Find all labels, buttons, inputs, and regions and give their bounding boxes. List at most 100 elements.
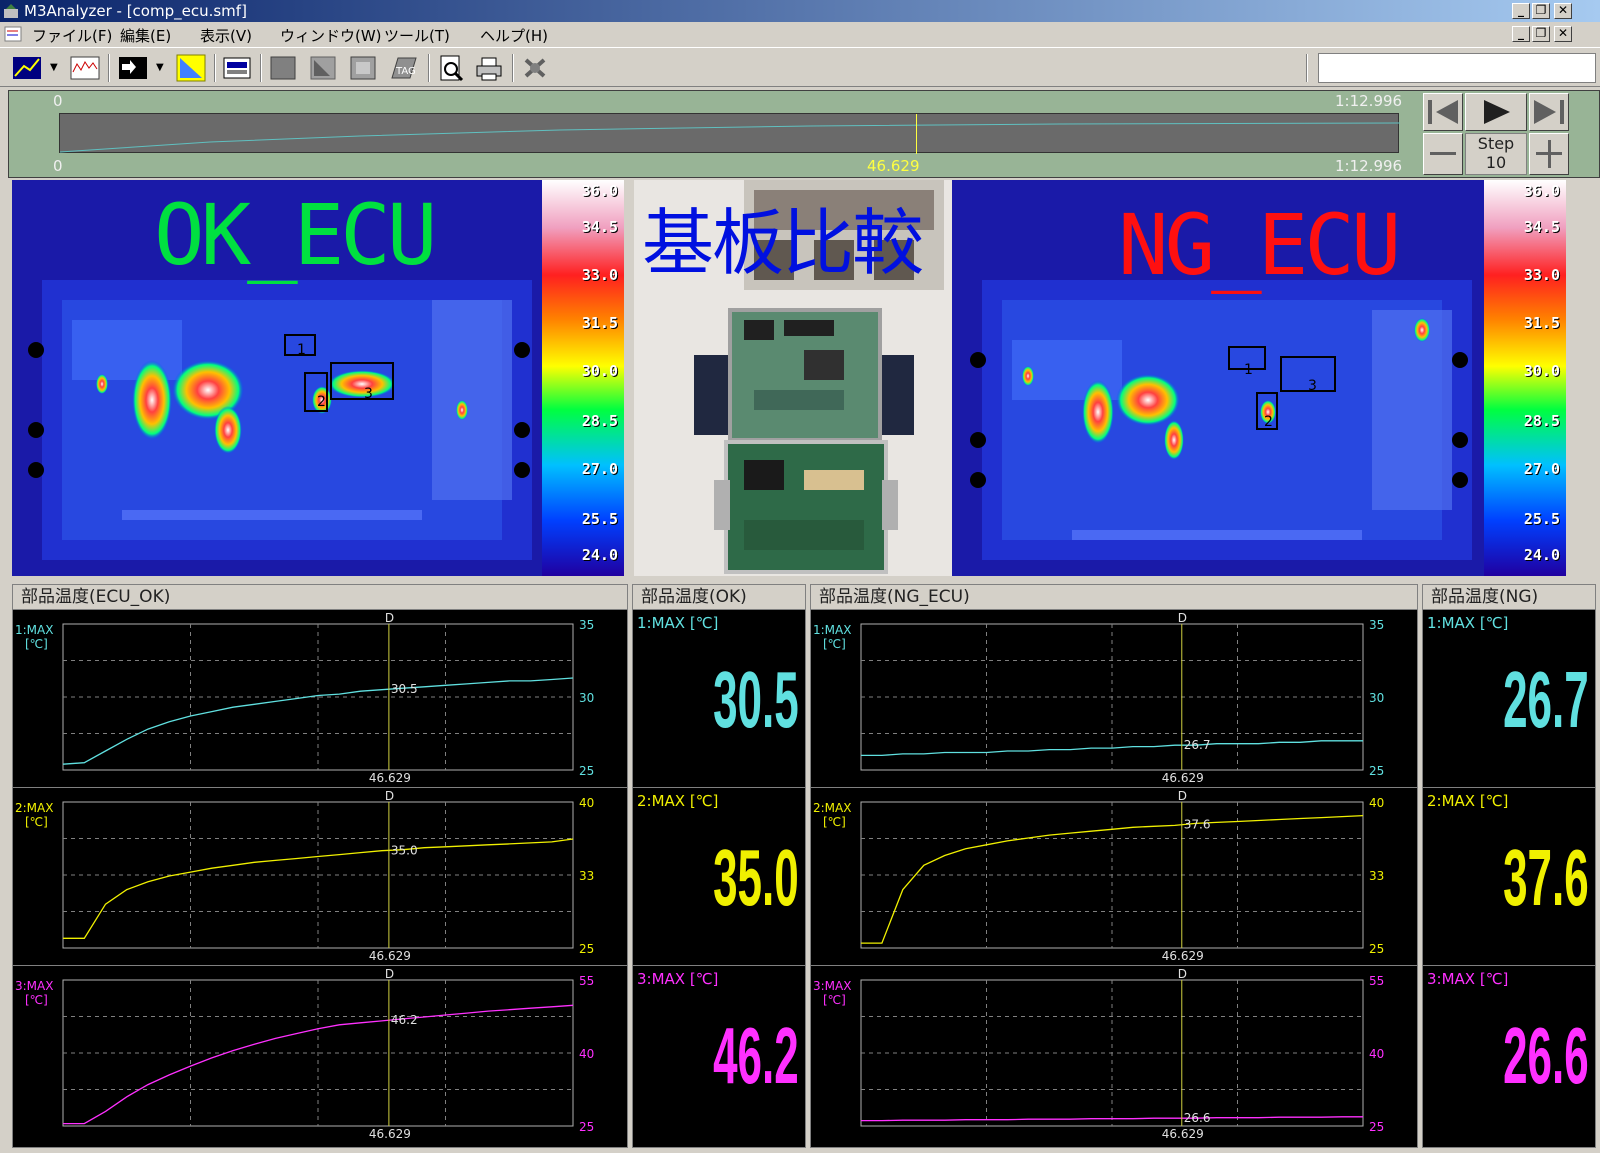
cursor-marker-label: D xyxy=(385,789,394,803)
menu-bar: ファイル(F) 編集(E) 表示(V) ウィンドウ(W) ツール(T) ヘルプ(… xyxy=(0,22,1600,46)
scale-label: 36.0 xyxy=(1523,182,1560,200)
step-label: Step xyxy=(1477,134,1515,153)
menu-view[interactable]: 表示(V) xyxy=(200,25,252,46)
cursor-time-label: 46.629 xyxy=(369,771,411,785)
series-unit: [℃] xyxy=(823,815,846,829)
roi-label-1: 1 xyxy=(1244,362,1253,378)
cursor-readout: 30.5 xyxy=(391,682,418,696)
step-decrease-button[interactable] xyxy=(1423,133,1463,175)
minimize-button[interactable]: _ xyxy=(1512,3,1530,19)
frame-icon[interactable] xyxy=(308,54,338,82)
y-tick-label: 25 xyxy=(579,1120,594,1134)
toolbar-separator xyxy=(428,54,430,82)
timeline-track[interactable] xyxy=(59,113,1401,154)
value-readout-panel: 1:MAX [℃] 30.5 xyxy=(633,609,805,787)
toolbar: ▼ ▼ TAG xyxy=(0,47,1600,87)
y-tick-label: 30 xyxy=(1369,691,1384,705)
cursor-readout: 37.6 xyxy=(1184,818,1211,832)
print-icon[interactable] xyxy=(474,54,504,82)
step-back-button[interactable] xyxy=(1423,93,1463,131)
mdi-minimize-button[interactable]: _ xyxy=(1512,26,1530,42)
svg-text:TAG: TAG xyxy=(395,66,416,77)
value-readout-panel: 3:MAX [℃] 46.2 xyxy=(633,965,805,1143)
tag-icon[interactable]: TAG xyxy=(388,54,418,82)
value-label: 2:MAX [℃] xyxy=(1427,792,1509,810)
value-group-ng: 部品温度(NG) 1:MAX [℃] 26.7 2:MAX [℃] 37.6 3:MAX… xyxy=(1422,584,1596,1148)
play-icon xyxy=(1484,100,1510,124)
scale-label: 31.5 xyxy=(581,314,618,332)
play-button[interactable] xyxy=(1465,93,1527,131)
toolbar-separator xyxy=(512,54,514,82)
restore-button[interactable]: ❐ xyxy=(1532,3,1550,19)
scale-label: 25.5 xyxy=(1523,510,1560,528)
value-number: 26.7 xyxy=(1503,655,1589,744)
toolbar-text-field[interactable] xyxy=(1318,53,1596,83)
trend-chart[interactable]: D 46.629 37.6 40 33 25 2:MAX [℃] xyxy=(811,787,1417,965)
trend-chart[interactable]: D 46.629 26.7 35 30 25 1:MAX [℃] xyxy=(811,609,1417,787)
thermal-image-ng[interactable]: NG_ECU 1 2 3 xyxy=(952,180,1486,576)
measure-icon[interactable] xyxy=(176,54,206,82)
mdi-restore-button[interactable]: ❐ xyxy=(1532,26,1550,42)
menu-help[interactable]: ヘルプ(H) xyxy=(480,25,548,46)
cursor-time-label: 46.629 xyxy=(369,949,411,963)
temperature-scale-ok: 36.0 34.5 33.0 31.5 30.0 28.5 27.0 25.5 … xyxy=(542,180,624,576)
board-comparison-title: 基板比較 xyxy=(642,201,924,285)
scale-label: 27.0 xyxy=(581,460,618,478)
scale-label: 25.5 xyxy=(581,510,618,528)
app-icon xyxy=(4,4,18,18)
value-readout-panel: 2:MAX [℃] 35.0 xyxy=(633,787,805,965)
chart-group-ok: 部品温度(ECU_OK) D 46.629 30.5 35 30 25 1:MAX [℃] D 4… xyxy=(12,584,628,1148)
roi-label-3: 3 xyxy=(364,386,373,402)
toolbar-separator xyxy=(108,54,110,82)
menu-file[interactable]: ファイル(F) xyxy=(32,25,112,46)
series-unit: [℃] xyxy=(823,993,846,1007)
y-tick-label: 30 xyxy=(579,691,594,705)
chart-dropdown-icon[interactable]: ▼ xyxy=(50,62,58,73)
plugin-icon[interactable] xyxy=(520,54,550,82)
record-icon[interactable] xyxy=(222,54,252,82)
pcb-photo[interactable]: 基板比較 xyxy=(634,180,952,576)
timeline-start-bottom: 0 xyxy=(53,157,63,175)
scale-label: 33.0 xyxy=(581,266,618,284)
ok-ecu-title: OK_ECU xyxy=(154,186,437,284)
timeline-cursor-value: 46.629 xyxy=(867,157,920,175)
plus-icon xyxy=(1536,140,1562,168)
series-label: 2:MAX xyxy=(813,801,851,815)
trend-chart[interactable]: D 46.629 30.5 35 30 25 1:MAX [℃] xyxy=(13,609,627,787)
timeline-cursor[interactable] xyxy=(916,114,918,154)
thermal-image-ok[interactable]: OK_ECU 1 2 3 xyxy=(12,180,546,576)
waveform-icon[interactable] xyxy=(70,54,100,82)
value-number: 35.0 xyxy=(713,833,799,922)
arrows-dropdown-icon[interactable]: ▼ xyxy=(156,62,164,73)
preview-icon[interactable] xyxy=(436,54,466,82)
close-button[interactable]: ✕ xyxy=(1554,3,1572,19)
stop-icon[interactable] xyxy=(348,54,378,82)
trend-chart[interactable]: D 46.629 26.6 55 40 25 3:MAX [℃] xyxy=(811,965,1417,1143)
step-forward-button[interactable] xyxy=(1529,93,1569,131)
value-label: 1:MAX [℃] xyxy=(637,614,719,632)
menu-tools[interactable]: ツール(T) xyxy=(384,25,450,46)
value-label: 2:MAX [℃] xyxy=(637,792,719,810)
step-increase-button[interactable] xyxy=(1529,133,1569,175)
menu-window[interactable]: ウィンドウ(W) xyxy=(280,25,382,46)
document-icon[interactable] xyxy=(4,26,22,42)
timeline-end-bottom: 1:12.996 xyxy=(1335,157,1403,175)
series-label: 3:MAX xyxy=(813,979,851,993)
series-label: 3:MAX xyxy=(15,979,53,993)
group-title: 部品温度(NG_ECU) xyxy=(811,585,1417,609)
trend-chart[interactable]: D 46.629 46.2 55 40 25 3:MAX [℃] xyxy=(13,965,627,1143)
roi-box-3[interactable] xyxy=(330,362,394,400)
arrows-icon[interactable] xyxy=(118,54,148,82)
chart-icon[interactable] xyxy=(12,54,42,82)
scale-label: 30.0 xyxy=(1523,362,1560,380)
scale-label: 28.5 xyxy=(581,412,618,430)
cursor-marker-label: D xyxy=(1178,789,1187,803)
mdi-close-button[interactable]: ✕ xyxy=(1554,26,1572,42)
cursor-marker-label: D xyxy=(1178,967,1187,981)
menu-edit[interactable]: 編集(E) xyxy=(120,25,171,46)
trend-chart[interactable]: D 46.629 35.0 40 33 25 2:MAX [℃] xyxy=(13,787,627,965)
toolbar-separator xyxy=(214,54,216,82)
cursor-marker-label: D xyxy=(1178,611,1187,625)
square-icon[interactable] xyxy=(268,54,298,82)
y-tick-label: 25 xyxy=(1369,942,1384,956)
